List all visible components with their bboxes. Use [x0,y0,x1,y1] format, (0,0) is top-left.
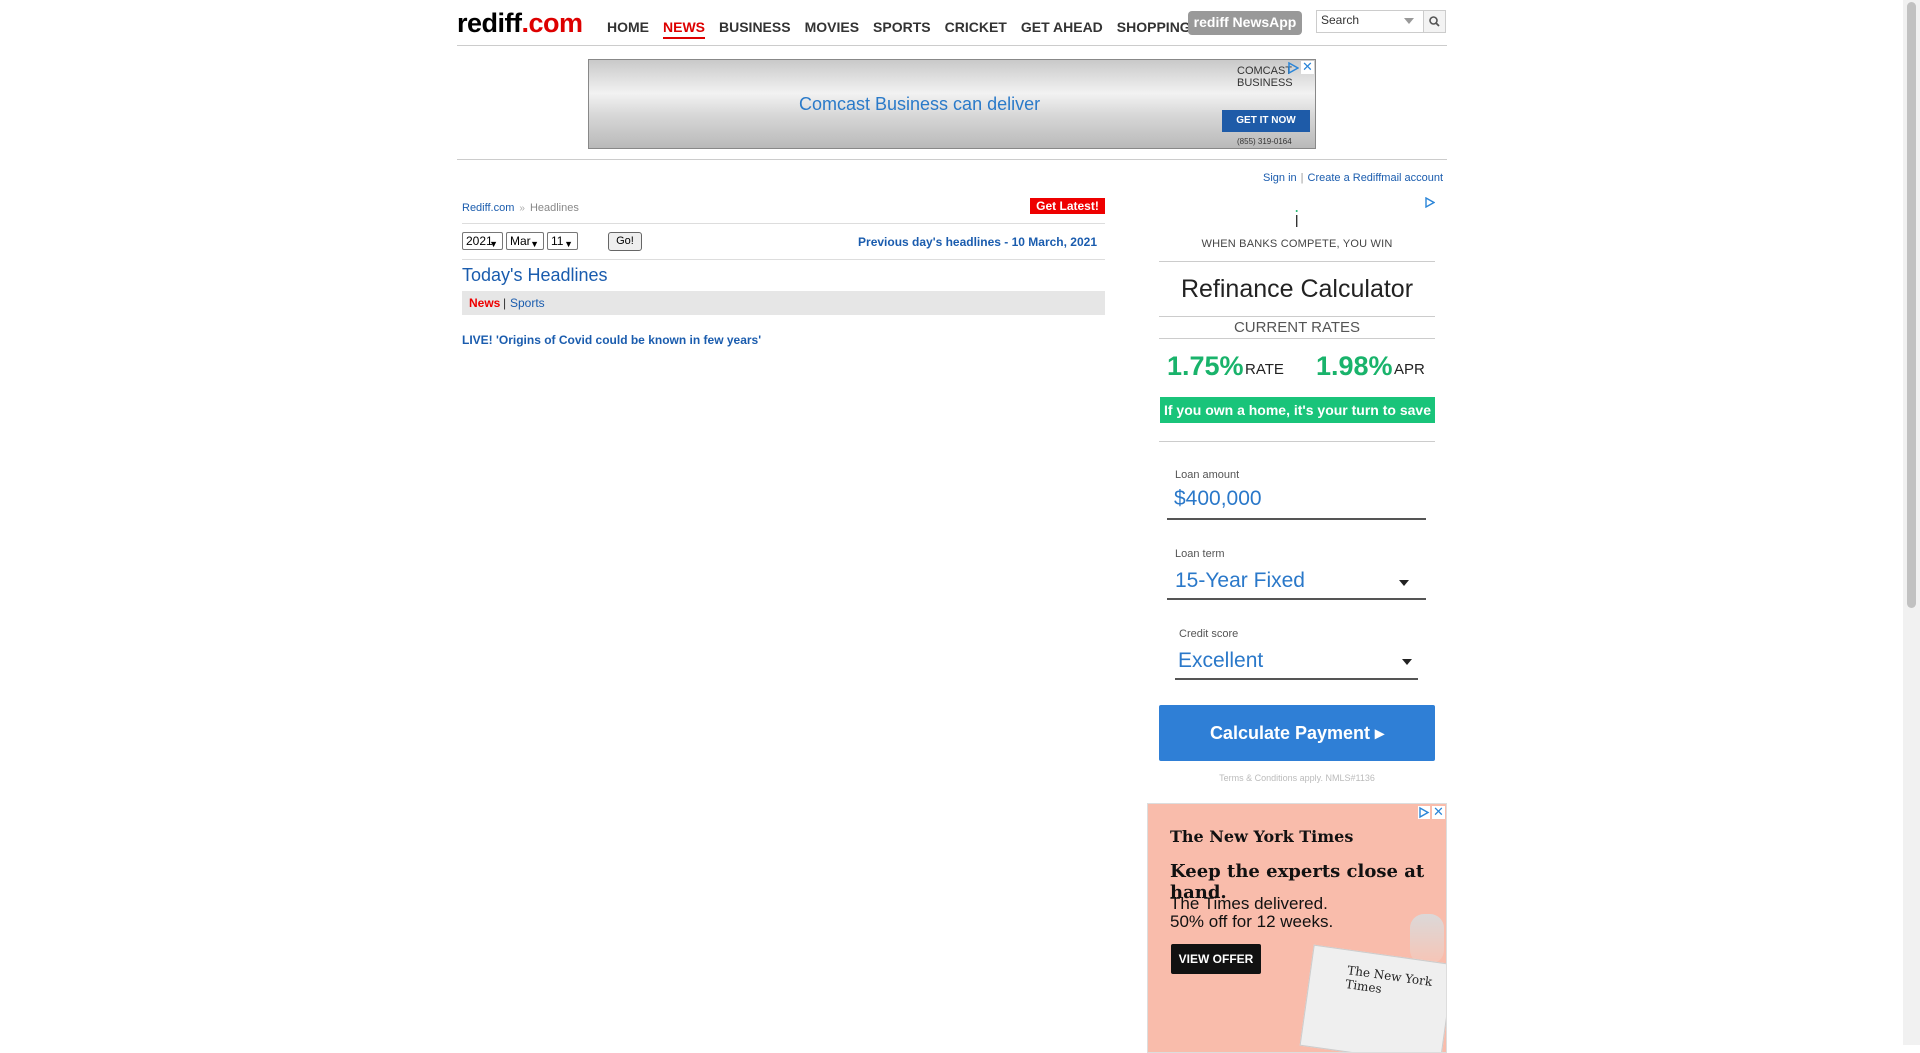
divider [1159,441,1435,442]
account-separator: | [1300,172,1304,184]
calculator-title: Refinance Calculator [1180,275,1414,303]
day-select[interactable]: 11 ▼ [547,232,578,250]
apr-value: 1.98% [1316,351,1393,381]
nav-news[interactable]: NEWS [663,19,705,39]
nav-home[interactable]: HOME [607,19,649,39]
ad-tagline: WHEN BANKS COMPETE, YOU WIN [1201,238,1393,250]
search-button[interactable] [1423,10,1446,33]
nav-movies[interactable]: MOVIES [805,19,859,39]
divider [1159,261,1435,262]
page-container: rediff.com HOME NEWS BUSINESS MOVIES SPO… [457,0,1447,1053]
nav-business[interactable]: BUSINESS [719,19,791,39]
nav-sports[interactable]: SPORTS [873,19,931,39]
divider [462,259,1105,260]
divider [457,159,1447,160]
view-offer-button[interactable]: VIEW OFFER [1171,944,1261,974]
month-value: Mar [510,234,531,248]
headline-link[interactable]: LIVE! 'Origins of Covid could be known i… [462,333,761,347]
breadcrumb-current: Headlines [529,202,579,214]
ad-cta-button[interactable]: GET IT NOW [1222,110,1310,132]
lender-logo-icon [1295,210,1298,227]
rediff-logo[interactable]: rediff.com [457,8,583,39]
ad-phone: (855) 319-0164 [1237,137,1292,146]
site-header: rediff.com HOME NEWS BUSINESS MOVIES SPO… [457,0,1447,46]
page-title: Today's Headlines [462,265,608,285]
credit-score-label: Credit score [1179,628,1239,640]
rate-value: 1.75% [1167,351,1244,381]
chevron-down-icon[interactable] [1402,659,1412,665]
nyt-logo: The New York Times [1170,827,1354,846]
adchoices-icon[interactable] [1418,806,1430,819]
chevron-down-icon[interactable] [1399,580,1409,586]
previous-day-link[interactable]: Previous day's headlines - 10 March, 202… [858,235,1097,249]
refinance-ad[interactable]: WHEN BANKS COMPETE, YOU WIN Refinance Ca… [1159,193,1435,783]
ad-headline: Comcast Business can deliver [799,94,1041,114]
loan-amount-field[interactable]: $400,000 [1174,487,1262,511]
chevron-down-icon: ▼ [489,239,498,249]
adchoices-icon[interactable] [1287,62,1299,74]
nyt-ad[interactable]: ✕ The New York Times Keep the experts cl… [1147,803,1447,1053]
tab-news[interactable]: News [469,296,500,310]
coffee-cup-image [1410,914,1444,964]
year-select[interactable]: 2021 ▼ [462,232,503,250]
get-latest-button[interactable]: Get Latest! [1030,198,1105,214]
promo-banner[interactable]: If you own a home, it's your turn to sav… [1160,397,1435,423]
field-underline [1175,678,1418,680]
tab-separator: | [503,296,507,310]
nyt-subline-2: 50% off for 12 weeks. [1170,912,1334,931]
top-banner-ad[interactable]: Comcast Business can deliver COMCAST BUS… [588,59,1316,149]
loan-term-select[interactable]: 15-Year Fixed [1175,569,1305,593]
go-button[interactable]: Go! [608,232,642,251]
tab-sports[interactable]: Sports [510,296,545,310]
breadcrumb-home[interactable]: Rediff.com [462,202,514,214]
nav-shopping[interactable]: SHOPPING [1117,19,1191,39]
field-underline [1167,598,1426,600]
ad-brand-line1: COMCAST [1237,65,1292,77]
nav-cricket[interactable]: CRICKET [945,19,1007,39]
terms-text[interactable]: Terms & Conditions apply. NMLS#1136 [1159,773,1435,783]
current-rates-label: CURRENT RATES [1233,319,1361,336]
search-dropdown-icon[interactable] [1404,18,1414,24]
adchoices-icon[interactable] [1425,197,1435,208]
account-links: Sign in | Create a Rediffmail account [1263,172,1443,184]
divider [462,223,1105,224]
divider [1159,338,1435,339]
loan-term-label: Loan term [1175,548,1225,560]
close-ad-icon[interactable]: ✕ [1432,805,1445,819]
breadcrumb-arrow-icon: » [519,203,525,214]
calculate-payment-button[interactable]: Calculate Payment ▸ [1159,705,1435,761]
chevron-down-icon: ▼ [564,239,573,249]
category-tabs: News | Sports [462,291,1105,315]
search-icon [1429,16,1440,27]
ad-brand-line2: BUSINESS [1237,77,1293,89]
scrollbar-thumb[interactable] [1907,2,1916,608]
breadcrumb: Rediff.com » Headlines [462,202,579,214]
field-underline [1167,518,1426,520]
newsapp-button[interactable]: rediff NewsApp [1188,11,1302,35]
ad-brand: COMCAST BUSINESS [1237,65,1293,89]
signin-link[interactable]: Sign in [1263,172,1297,184]
close-ad-icon[interactable]: ✕ [1301,60,1314,74]
month-select[interactable]: Mar ▼ [506,232,544,250]
apr-label: APR [1394,361,1425,378]
day-value: 11 [551,234,564,248]
top-nav: HOME NEWS BUSINESS MOVIES SPORTS CRICKET… [607,19,1205,39]
loan-amount-label: Loan amount [1175,469,1240,481]
chevron-down-icon: ▼ [530,239,539,249]
nyt-subline-1: The Times delivered. [1170,894,1328,913]
credit-score-select[interactable]: Excellent [1178,649,1263,673]
rate-label: RATE [1245,361,1284,378]
create-account-link[interactable]: Create a Rediffmail account [1308,172,1444,184]
page-scrollbar[interactable] [1903,0,1920,1045]
nav-get-ahead[interactable]: GET AHEAD [1021,19,1103,39]
divider [1159,316,1435,317]
